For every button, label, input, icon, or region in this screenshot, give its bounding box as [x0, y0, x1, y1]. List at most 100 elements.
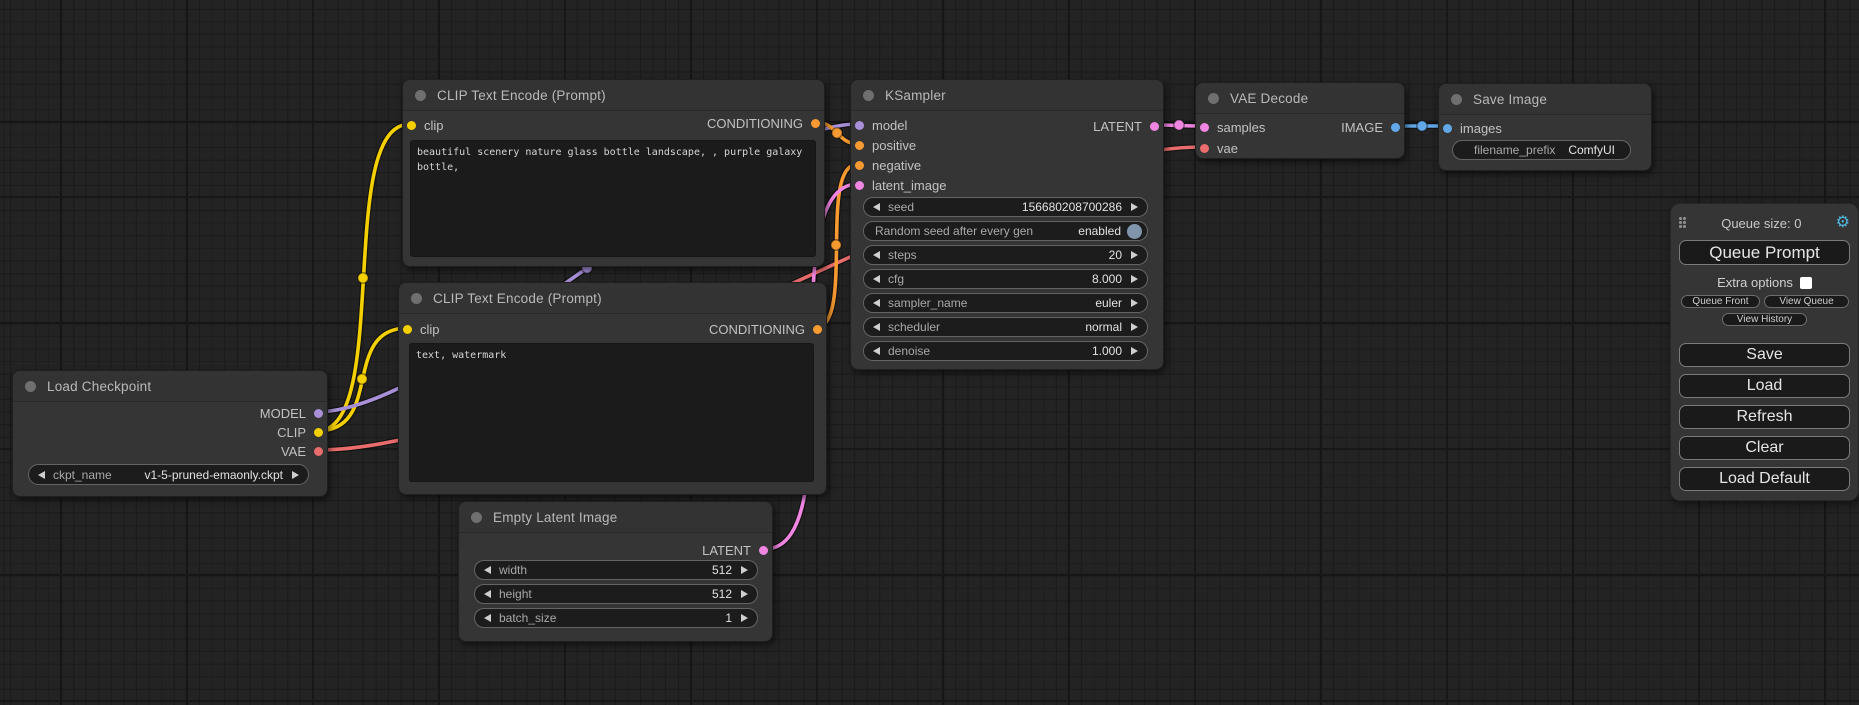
clip-input-dot-icon[interactable] — [407, 121, 416, 130]
queue-front-button[interactable]: Queue Front — [1681, 295, 1760, 308]
input-slot-samples[interactable]: samples — [1200, 120, 1265, 134]
increment-arrow-icon[interactable] — [1131, 299, 1138, 307]
collapse-dot-icon[interactable] — [411, 293, 422, 304]
vae-output-dot-icon[interactable] — [314, 447, 323, 456]
node-title-bar[interactable]: KSampler — [851, 80, 1163, 111]
node-title-bar[interactable]: Save Image — [1439, 84, 1651, 115]
view-queue-button[interactable]: View Queue — [1764, 295, 1849, 308]
extra-options-checkbox[interactable] — [1800, 277, 1812, 289]
model-input-dot-icon[interactable] — [855, 121, 864, 130]
scheduler-widget[interactable]: scheduler normal — [863, 317, 1148, 337]
ckpt-name-widget[interactable]: ckpt_name v1-5-pruned-emaonly.ckpt — [28, 464, 309, 485]
collapse-dot-icon[interactable] — [471, 512, 482, 523]
graph-canvas[interactable]: Load Checkpoint MODEL CLIP VAE ckpt_name… — [0, 0, 1859, 705]
sampler-name-widget[interactable]: sampler_name euler — [863, 293, 1148, 313]
decrement-arrow-icon[interactable] — [873, 251, 880, 259]
output-slot-conditioning[interactable]: CONDITIONING — [709, 322, 822, 336]
node-vae-decode[interactable]: VAE Decode samples vae IMAGE — [1195, 82, 1405, 159]
node-empty-latent-image[interactable]: Empty Latent Image LATENT width 512 heig… — [458, 501, 773, 642]
input-slot-model[interactable]: model — [855, 118, 907, 132]
input-slot-negative[interactable]: negative — [855, 158, 921, 172]
conditioning-input-dot-icon[interactable] — [855, 161, 864, 170]
input-slot-clip[interactable]: clip — [403, 322, 440, 336]
view-history-button[interactable]: View History — [1722, 313, 1807, 326]
input-slot-latent-image[interactable]: latent_image — [855, 178, 946, 192]
decrement-arrow-icon[interactable] — [484, 590, 491, 598]
node-clip-text-encode-negative[interactable]: CLIP Text Encode (Prompt) clip CONDITION… — [398, 282, 827, 495]
decrement-arrow-icon[interactable] — [873, 347, 880, 355]
decrement-arrow-icon[interactable] — [484, 614, 491, 622]
node-load-checkpoint[interactable]: Load Checkpoint MODEL CLIP VAE ckpt_name… — [12, 370, 328, 497]
input-slot-images[interactable]: images — [1443, 121, 1502, 135]
output-slot-clip[interactable]: CLIP — [277, 425, 323, 439]
model-output-dot-icon[interactable] — [314, 409, 323, 418]
node-title-bar[interactable]: CLIP Text Encode (Prompt) — [403, 80, 824, 111]
collapse-dot-icon[interactable] — [25, 381, 36, 392]
latent-output-dot-icon[interactable] — [759, 546, 768, 555]
seed-widget[interactable]: seed 156680208700286 — [863, 197, 1148, 217]
random-seed-toggle-widget[interactable]: Random seed after every gen enabled — [863, 221, 1148, 241]
increment-arrow-icon[interactable] — [741, 566, 748, 574]
decrement-arrow-icon[interactable] — [873, 203, 880, 211]
height-widget[interactable]: height 512 — [474, 584, 758, 604]
width-widget[interactable]: width 512 — [474, 560, 758, 580]
increment-arrow-icon[interactable] — [1131, 203, 1138, 211]
collapse-dot-icon[interactable] — [1451, 94, 1462, 105]
cfg-widget[interactable]: cfg 8.000 — [863, 269, 1148, 289]
conditioning-output-dot-icon[interactable] — [813, 325, 822, 334]
refresh-button[interactable]: Refresh — [1679, 405, 1850, 429]
clip-output-dot-icon[interactable] — [314, 428, 323, 437]
increment-arrow-icon[interactable] — [741, 590, 748, 598]
node-ksampler[interactable]: KSampler model positive negative latent_… — [850, 79, 1164, 370]
latent-input-dot-icon[interactable] — [1200, 123, 1209, 132]
toggle-dot-icon[interactable] — [1127, 224, 1142, 239]
vae-input-dot-icon[interactable] — [1200, 144, 1209, 153]
node-clip-text-encode-positive[interactable]: CLIP Text Encode (Prompt) clip CONDITION… — [402, 79, 825, 267]
clip-input-dot-icon[interactable] — [403, 325, 412, 334]
decrement-arrow-icon[interactable] — [873, 299, 880, 307]
load-button[interactable]: Load — [1679, 374, 1850, 398]
input-slot-vae[interactable]: vae — [1200, 141, 1238, 155]
decrement-arrow-icon[interactable] — [873, 275, 880, 283]
denoise-widget[interactable]: denoise 1.000 — [863, 341, 1148, 361]
clear-button[interactable]: Clear — [1679, 436, 1850, 460]
output-slot-model[interactable]: MODEL — [260, 406, 323, 420]
gear-icon[interactable]: ⚙ — [1836, 215, 1850, 231]
output-slot-latent[interactable]: LATENT — [1093, 119, 1159, 133]
collapse-dot-icon[interactable] — [1208, 93, 1219, 104]
increment-arrow-icon[interactable] — [741, 614, 748, 622]
conditioning-input-dot-icon[interactable] — [855, 141, 864, 150]
increment-arrow-icon[interactable] — [1131, 275, 1138, 283]
increment-arrow-icon[interactable] — [292, 471, 299, 479]
negative-prompt-textarea[interactable]: text, watermark — [409, 343, 814, 482]
queue-prompt-button[interactable]: Queue Prompt — [1679, 240, 1850, 265]
node-title-bar[interactable]: VAE Decode — [1196, 83, 1404, 114]
output-slot-vae[interactable]: VAE — [281, 444, 323, 458]
increment-arrow-icon[interactable] — [1131, 323, 1138, 331]
decrement-arrow-icon[interactable] — [873, 323, 880, 331]
collapse-dot-icon[interactable] — [415, 90, 426, 101]
conditioning-output-dot-icon[interactable] — [811, 119, 820, 128]
load-default-button[interactable]: Load Default — [1679, 467, 1850, 491]
node-title-bar[interactable]: Empty Latent Image — [459, 502, 772, 533]
steps-widget[interactable]: steps 20 — [863, 245, 1148, 265]
collapse-dot-icon[interactable] — [863, 90, 874, 101]
drag-handle-icon[interactable] — [1679, 217, 1687, 229]
latent-output-dot-icon[interactable] — [1150, 122, 1159, 131]
output-slot-image[interactable]: IMAGE — [1341, 120, 1400, 134]
output-slot-latent[interactable]: LATENT — [702, 543, 768, 557]
node-title-bar[interactable]: CLIP Text Encode (Prompt) — [399, 283, 826, 314]
positive-prompt-textarea[interactable]: beautiful scenery nature glass bottle la… — [410, 140, 816, 257]
increment-arrow-icon[interactable] — [1131, 251, 1138, 259]
output-slot-conditioning[interactable]: CONDITIONING — [707, 116, 820, 130]
node-save-image[interactable]: Save Image images filename_prefix ComfyU… — [1438, 83, 1652, 171]
image-input-dot-icon[interactable] — [1443, 124, 1452, 133]
latent-input-dot-icon[interactable] — [855, 181, 864, 190]
input-slot-positive[interactable]: positive — [855, 138, 916, 152]
image-output-dot-icon[interactable] — [1391, 123, 1400, 132]
batch-size-widget[interactable]: batch_size 1 — [474, 608, 758, 628]
save-button[interactable]: Save — [1679, 343, 1850, 367]
increment-arrow-icon[interactable] — [1131, 347, 1138, 355]
node-title-bar[interactable]: Load Checkpoint — [13, 371, 327, 402]
decrement-arrow-icon[interactable] — [484, 566, 491, 574]
